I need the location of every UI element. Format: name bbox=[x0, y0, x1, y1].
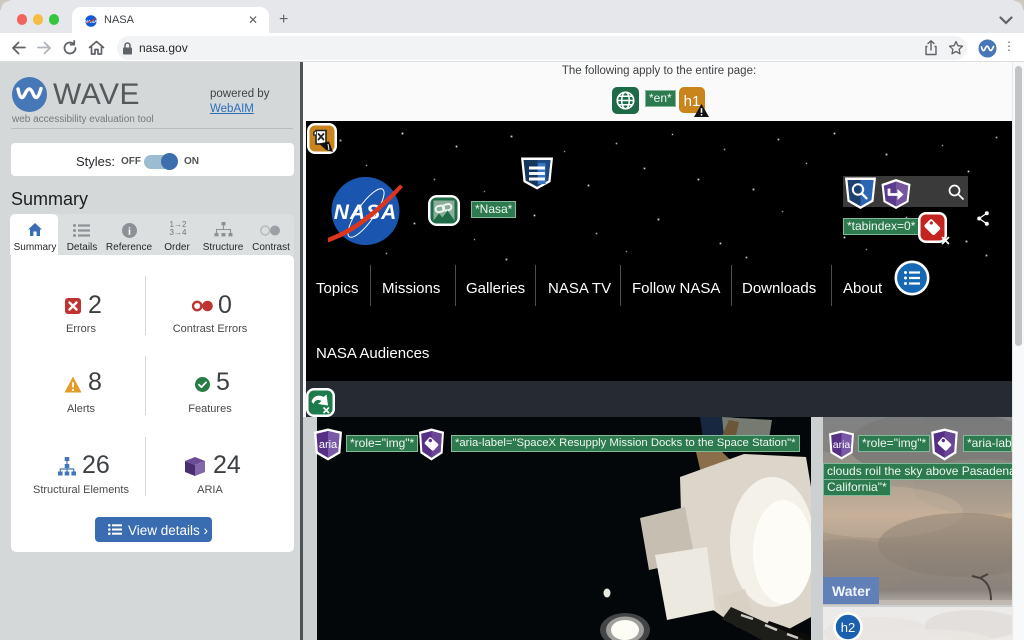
svg-text:h2: h2 bbox=[841, 620, 855, 635]
svg-text:aria: aria bbox=[833, 439, 851, 451]
svg-text:aria: aria bbox=[319, 439, 338, 451]
svg-text:i: i bbox=[128, 226, 131, 237]
